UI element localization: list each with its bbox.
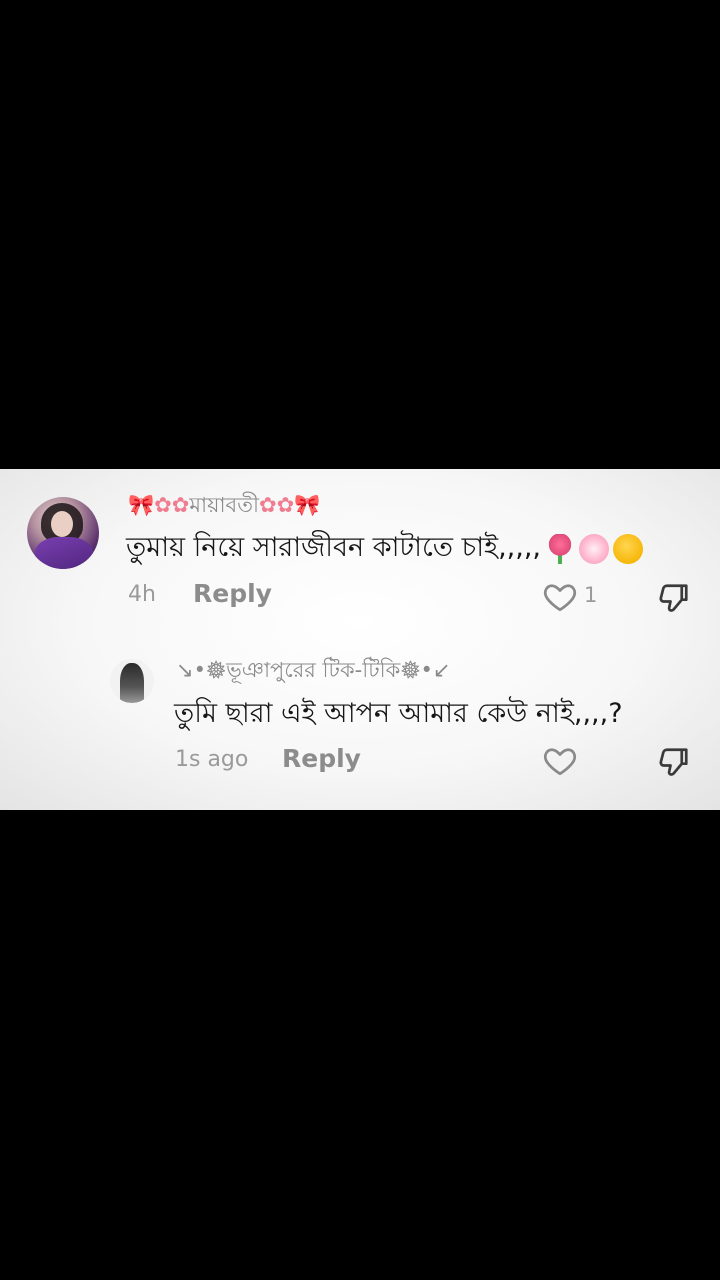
comment-timestamp: 4h [128, 582, 156, 607]
reply-button[interactable]: Reply [193, 579, 272, 608]
melting-face-emoji [613, 533, 644, 564]
avatar[interactable] [27, 497, 99, 569]
heart-icon[interactable] [542, 743, 578, 779]
dislike-icon[interactable] [657, 743, 693, 779]
like-count: 1 [584, 583, 598, 607]
comment-panel: 🎀✿✿মায়াবতী✿✿🎀 তুমায় নিয়ে সারাজীবন কাট… [0, 469, 720, 810]
avatar-figure [120, 663, 144, 703]
dislike-icon[interactable] [657, 579, 693, 615]
username-suffix: ✿✿🎀 [259, 493, 321, 517]
heart-icon[interactable] [542, 579, 578, 615]
username-core: মায়াবতী [189, 493, 260, 517]
top-black-area [0, 0, 720, 469]
bottom-black-area [0, 810, 720, 1280]
reply-button[interactable]: Reply [282, 744, 361, 773]
reply-text: তুমি ছারা এই আপন আমার কেউ নাই,,,,? [174, 698, 623, 729]
reply-timestamp: 1s ago [175, 747, 249, 772]
avatar-face [51, 511, 73, 537]
username-prefix: 🎀✿✿ [128, 493, 190, 517]
comment-text: তুমায় নিয়ে সারাজীবন কাটাতে চাই,,,,, [126, 527, 644, 572]
tulip-emoji [545, 533, 576, 564]
comment-body: তুমায় নিয়ে সারাজীবন কাটাতে চাই,,,,, [126, 532, 542, 563]
comment-username[interactable]: 🎀✿✿মায়াবতী✿✿🎀 [128, 489, 320, 524]
reply-username[interactable]: ↘︎•𖣔ভূঞাপুরের টিক-টিকি𖣔•↙︎ [176, 654, 451, 689]
reply-avatar[interactable] [110, 659, 154, 703]
avatar-dress [35, 537, 93, 569]
cherry-blossom-emoji [579, 533, 610, 564]
